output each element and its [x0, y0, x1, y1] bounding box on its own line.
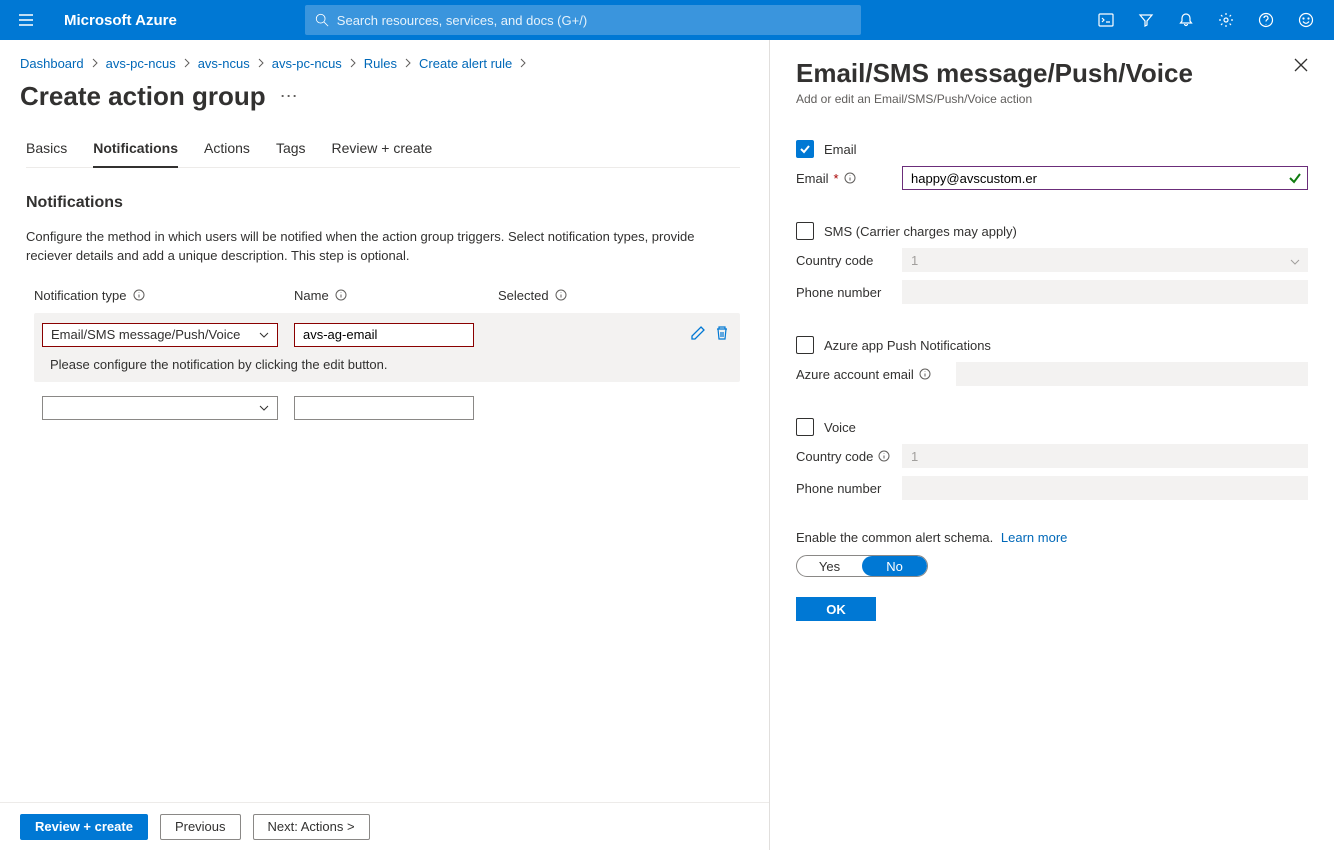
email-checkbox[interactable]: [796, 140, 814, 158]
notification-type-value: Email/SMS message/Push/Voice: [51, 327, 240, 342]
panel-subtitle: Add or edit an Email/SMS/Push/Voice acti…: [796, 92, 1193, 106]
column-header-name: Name: [294, 288, 482, 303]
search-icon: [315, 13, 329, 27]
chevron-down-icon: [259, 330, 269, 340]
feedback-icon[interactable]: [1288, 0, 1324, 40]
more-actions-button[interactable]: ⋯: [280, 86, 298, 107]
toggle-yes[interactable]: Yes: [797, 556, 862, 576]
row-warning: Please configure the notification by cli…: [50, 357, 730, 372]
push-checkbox[interactable]: [796, 336, 814, 354]
voice-phone-input: [902, 476, 1308, 500]
voice-phone-label: Phone number: [796, 481, 902, 496]
notification-name-input[interactable]: [294, 323, 474, 347]
valid-icon: [1288, 171, 1302, 188]
chevron-right-icon: [348, 56, 358, 71]
push-email-label: Azure account email: [796, 367, 956, 382]
section-title: Notifications: [26, 194, 740, 212]
breadcrumb: Dashboard avs-pc-ncus avs-ncus avs-pc-nc…: [20, 56, 740, 71]
close-button[interactable]: [1294, 58, 1308, 75]
chevron-down-icon: [1290, 255, 1300, 270]
breadcrumb-item[interactable]: Dashboard: [20, 56, 84, 71]
tab-notifications[interactable]: Notifications: [93, 140, 178, 168]
schema-row: Enable the common alert schema. Learn mo…: [796, 530, 1308, 577]
settings-icon[interactable]: [1208, 0, 1244, 40]
breadcrumb-item[interactable]: Create alert rule: [419, 56, 512, 71]
chevron-right-icon: [90, 56, 100, 71]
brand-label: Microsoft Azure: [64, 12, 177, 29]
notifications-icon[interactable]: [1168, 0, 1204, 40]
email-field-label: Email*: [796, 171, 902, 186]
push-checkbox-label: Azure app Push Notifications: [824, 338, 991, 353]
sms-checkbox-label: SMS (Carrier charges may apply): [824, 224, 1017, 239]
schema-toggle[interactable]: Yes No: [796, 555, 928, 577]
info-icon[interactable]: [335, 289, 347, 301]
email-input[interactable]: [902, 166, 1308, 190]
voice-country-code-input: [902, 444, 1308, 468]
sms-country-code-select: [902, 248, 1308, 272]
top-icon-bar: [1088, 0, 1324, 40]
voice-country-code-label: Country code: [796, 449, 902, 464]
email-checkbox-label: Email: [824, 142, 857, 157]
breadcrumb-item[interactable]: avs-pc-ncus: [272, 56, 342, 71]
sms-phone-label: Phone number: [796, 285, 902, 300]
breadcrumb-item[interactable]: Rules: [364, 56, 397, 71]
global-search[interactable]: [305, 5, 861, 35]
chevron-right-icon: [256, 56, 266, 71]
previous-button[interactable]: Previous: [160, 814, 241, 840]
chevron-right-icon: [182, 56, 192, 71]
menu-toggle-button[interactable]: [10, 4, 42, 36]
edit-button[interactable]: [690, 325, 706, 344]
notifications-table: Notification type Name Selected Email/SM…: [34, 288, 740, 420]
notification-type-select[interactable]: Email/SMS message/Push/Voice: [42, 323, 278, 347]
tab-basics[interactable]: Basics: [26, 140, 67, 167]
breadcrumb-item[interactable]: avs-pc-ncus: [106, 56, 176, 71]
info-icon[interactable]: [919, 368, 931, 380]
main-content: Dashboard avs-pc-ncus avs-ncus avs-pc-nc…: [0, 40, 760, 420]
review-create-button[interactable]: Review + create: [20, 814, 148, 840]
chevron-right-icon: [403, 56, 413, 71]
top-navigation-bar: Microsoft Azure: [0, 0, 1334, 40]
panel-title: Email/SMS message/Push/Voice: [796, 58, 1193, 89]
info-icon[interactable]: [133, 289, 145, 301]
chevron-down-icon: [259, 403, 269, 413]
side-panel: Email/SMS message/Push/Voice Add or edit…: [769, 40, 1334, 850]
country-code-label: Country code: [796, 253, 902, 268]
notification-type-select-empty[interactable]: [42, 396, 278, 420]
tab-actions[interactable]: Actions: [204, 140, 250, 167]
toggle-no[interactable]: No: [862, 556, 927, 576]
cloud-shell-icon[interactable]: [1088, 0, 1124, 40]
delete-button[interactable]: [714, 325, 730, 344]
learn-more-link[interactable]: Learn more: [1001, 530, 1067, 545]
sms-checkbox[interactable]: [796, 222, 814, 240]
filter-icon[interactable]: [1128, 0, 1164, 40]
voice-checkbox[interactable]: [796, 418, 814, 436]
info-icon[interactable]: [878, 450, 890, 462]
voice-checkbox-label: Voice: [824, 420, 856, 435]
column-header-type: Notification type: [34, 288, 278, 303]
search-input[interactable]: [337, 13, 851, 28]
tab-tags[interactable]: Tags: [276, 140, 306, 167]
notification-name-input-empty[interactable]: [294, 396, 474, 420]
chevron-right-icon: [518, 56, 528, 71]
breadcrumb-item[interactable]: avs-ncus: [198, 56, 250, 71]
next-button[interactable]: Next: Actions >: [253, 814, 370, 840]
push-email-input: [956, 362, 1308, 386]
notification-row: Email/SMS message/Push/Voice Please conf…: [34, 313, 740, 382]
help-icon[interactable]: [1248, 0, 1284, 40]
wizard-tabs: Basics Notifications Actions Tags Review…: [26, 140, 740, 168]
page-title: Create action group: [20, 81, 266, 112]
tab-review[interactable]: Review + create: [332, 140, 433, 167]
section-description: Configure the method in which users will…: [26, 228, 716, 266]
column-header-selected: Selected: [498, 288, 678, 303]
info-icon[interactable]: [555, 289, 567, 301]
sms-phone-input: [902, 280, 1308, 304]
info-icon[interactable]: [844, 172, 856, 184]
ok-button[interactable]: OK: [796, 597, 876, 621]
